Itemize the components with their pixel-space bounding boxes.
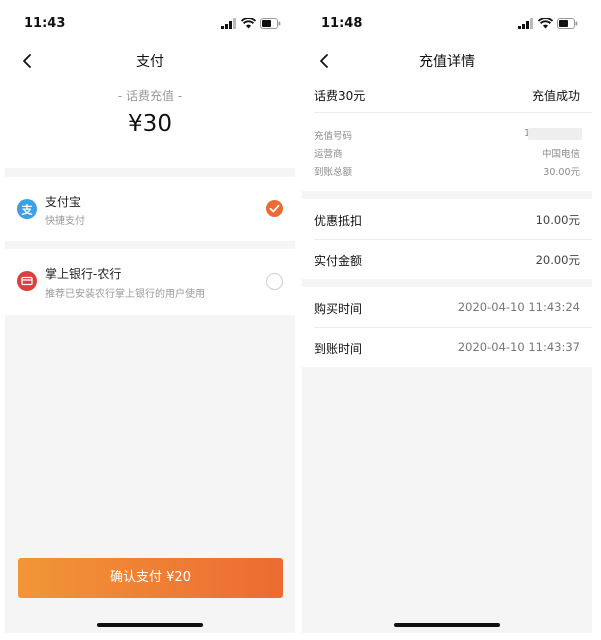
bank-card-icon: [17, 271, 37, 291]
signal-icon: [518, 18, 533, 29]
status-icons: [221, 18, 281, 30]
detail-value-carrier: 中国电信: [541, 149, 580, 160]
selected-check-icon[interactable]: [266, 200, 283, 217]
order-summary: 话费30元 充值成功 充值号码 1 运营商 中国电信 到账总额 30.00元: [302, 81, 592, 191]
recharge-details-screen: 11:48 充值详情 话费30元 充值成功 充值号码 1 运营商 中国电信 到账…: [302, 5, 592, 633]
nav-bar: 支付: [5, 41, 295, 81]
phone-number-redaction: [528, 128, 582, 140]
svg-text:支: 支: [21, 203, 34, 217]
divider: [314, 112, 592, 113]
discount-value: 10.00元: [535, 213, 580, 227]
wifi-icon: [538, 18, 553, 29]
payment-summary: - 话费充值 - ¥30: [5, 81, 295, 168]
payment-option-abc-bank[interactable]: 掌上银行-农行 推荐已安装农行掌上银行的用户使用: [5, 249, 295, 315]
option-description: 推荐已安装农行掌上银行的用户使用: [45, 289, 205, 300]
purchase-time-value: 2020-04-10 11:43:24: [457, 300, 580, 314]
payment-amount: ¥30: [128, 111, 172, 137]
confirm-pay-button[interactable]: 确认支付 ¥20: [18, 558, 283, 598]
payment-option-alipay[interactable]: 支 支付宝 快捷支付: [5, 177, 295, 241]
status-time: 11:48: [321, 16, 363, 31]
detail-label-total: 到账总额: [314, 167, 353, 178]
amount-block: 优惠抵扣 10.00元 实付金额 20.00元: [302, 199, 592, 279]
status-bar: 11:43: [5, 5, 295, 41]
battery-icon: [260, 18, 281, 29]
payment-subtitle: - 话费充值 -: [117, 89, 183, 103]
detail-value-total: 30.00元: [543, 167, 580, 178]
product-name: 话费30元: [314, 89, 366, 103]
arrival-time-label: 到账时间: [314, 342, 363, 356]
discount-label: 优惠抵扣: [314, 214, 363, 228]
nav-bar: 充值详情: [302, 41, 592, 81]
divider: [314, 327, 592, 328]
signal-icon: [221, 18, 236, 29]
option-description: 快捷支付: [45, 216, 85, 227]
payment-screen: 11:43 支付 - 话费充值 - ¥30 支 支付宝 快捷支付 掌上银行-农行…: [5, 5, 295, 633]
arrival-time-value: 2020-04-10 11:43:37: [457, 340, 580, 354]
home-indicator: [394, 623, 500, 627]
purchase-time-label: 购买时间: [314, 302, 363, 316]
page-title: 支付: [136, 54, 164, 70]
wifi-icon: [241, 18, 256, 29]
home-indicator: [97, 623, 203, 627]
battery-icon: [557, 18, 578, 29]
detail-label-carrier: 运营商: [314, 149, 343, 160]
page-title: 充值详情: [419, 54, 475, 70]
paid-amount-value: 20.00元: [535, 253, 580, 267]
detail-label-phone: 充值号码: [314, 131, 353, 142]
status-bar: 11:48: [302, 5, 592, 41]
status-badge: 充值成功: [531, 89, 580, 103]
paid-amount-label: 实付金额: [314, 254, 363, 268]
status-icons: [518, 18, 578, 30]
option-title: 支付宝: [45, 195, 82, 209]
option-title: 掌上银行-农行: [45, 267, 122, 281]
status-time: 11:43: [24, 16, 66, 31]
divider: [314, 239, 592, 240]
unselected-radio-icon[interactable]: [266, 273, 283, 290]
alipay-icon: 支: [17, 199, 37, 219]
time-block: 购买时间 2020-04-10 11:43:24 到账时间 2020-04-10…: [302, 287, 592, 367]
